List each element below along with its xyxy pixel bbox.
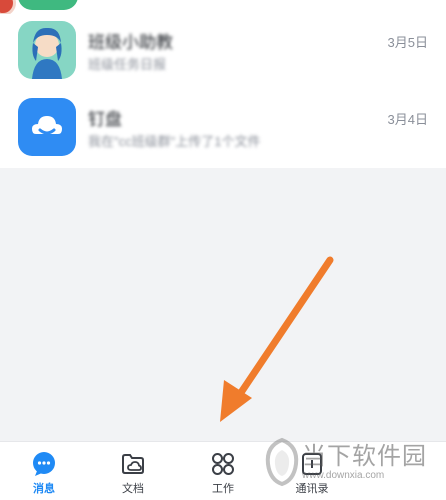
cloud-drive-icon (18, 98, 76, 156)
teacher-avatar-icon (18, 21, 76, 79)
folder-cloud-icon (120, 451, 146, 477)
list-item-title: 班级小助教 (88, 33, 173, 52)
previous-list-item[interactable] (0, 0, 446, 16)
chat-bubble-icon (31, 451, 57, 477)
watermark-logo-icon (265, 437, 299, 487)
list-item[interactable]: 钉盘 我在"cc班级群"上传了1个文件 3月4日 (0, 91, 446, 168)
group-avatar (18, 0, 78, 10)
watermark-url: www.downxia.com (302, 470, 385, 481)
tab-messages[interactable]: 消息 (4, 442, 84, 500)
tab-label: 工作 (212, 483, 234, 495)
list-item-preview: 我在"cc班级群"上传了1个文件 (88, 134, 261, 149)
list-item-preview: 班级任务日报 (88, 57, 167, 72)
message-list: 班级小助教 班级任务日报 3月5日 钉盘 我在"cc班级群"上传了1个文件 3月… (0, 0, 446, 168)
list-item-date: 3月4日 (387, 112, 428, 127)
grid-apps-icon (210, 451, 236, 477)
tab-label: 文档 (122, 483, 144, 495)
list-item[interactable]: 班级小助教 班级任务日报 3月5日 (0, 14, 446, 91)
empty-area (0, 168, 446, 442)
list-item-date: 3月5日 (387, 35, 428, 50)
watermark-title: 当下软件园 (302, 442, 427, 470)
watermark: 当下软件园 www.downxia.com (262, 430, 446, 500)
list-item-title: 钉盘 (88, 110, 122, 129)
tab-label: 消息 (33, 483, 55, 495)
tab-documents[interactable]: 文档 (93, 442, 173, 500)
tab-work[interactable]: 工作 (183, 442, 263, 500)
